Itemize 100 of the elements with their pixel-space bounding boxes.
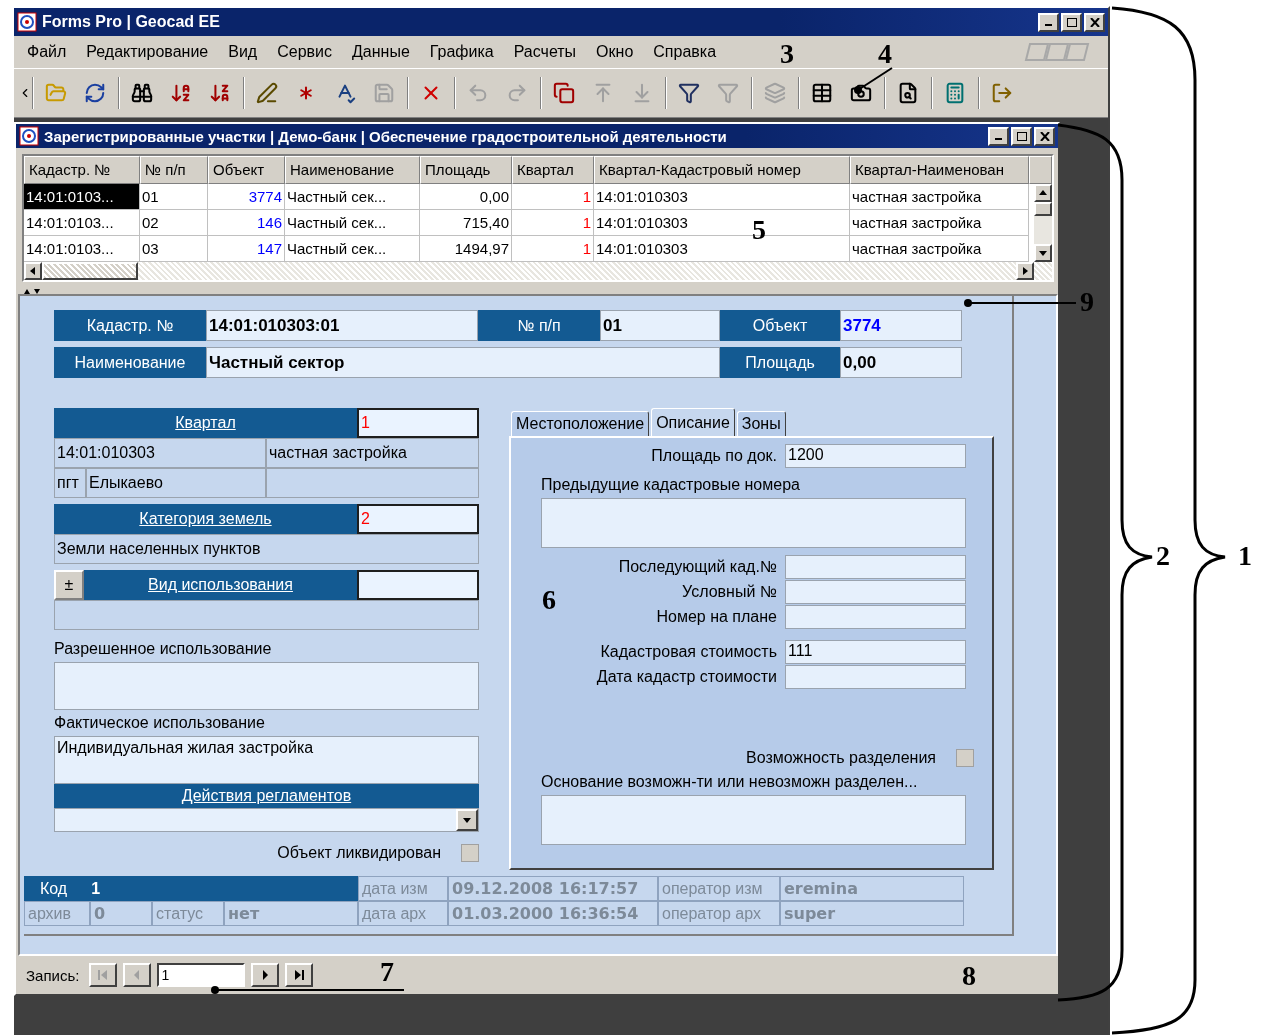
field-label: Дата кадастр стоимости [596, 667, 777, 686]
maximize-button[interactable] [1061, 12, 1082, 32]
code-field[interactable] [357, 570, 479, 600]
scroll-down-button[interactable] [1034, 244, 1052, 262]
table-cell[interactable]: 1 [580, 236, 593, 261]
table-cell[interactable]: Частный сек... [285, 236, 389, 261]
menu-item[interactable]: Файл [18, 41, 76, 63]
save-icon [373, 82, 395, 104]
info-label: архив [24, 901, 90, 926]
input-field[interactable] [785, 604, 966, 629]
table-cell[interactable]: 14:01:0103... [24, 210, 139, 235]
menu-item[interactable]: Данные [343, 41, 419, 63]
table-cell[interactable]: 14:01:010303 [594, 210, 690, 235]
table-cell[interactable]: 146 [254, 210, 284, 235]
nav-button[interactable] [251, 963, 280, 987]
callout-number: 6 [542, 584, 556, 616]
menu-item[interactable]: Редактирование [77, 41, 218, 63]
column-header[interactable]: Объект [208, 156, 285, 184]
text-area[interactable]: Индивидуальная жилая застройка [54, 736, 479, 784]
code-label: Код [40, 879, 68, 898]
code-field[interactable]: 2 [357, 504, 479, 534]
menu-item[interactable]: Расчеты [504, 41, 586, 63]
sort-descending-icon [209, 82, 231, 104]
table-cell[interactable]: 3774 [246, 184, 284, 209]
column-header[interactable]: Наименование [285, 156, 420, 184]
tab[interactable]: Зоны [736, 411, 786, 436]
table-cell[interactable]: 1494,97 [452, 236, 511, 261]
record-number-field[interactable]: 1 [157, 963, 246, 987]
callout-number: 8 [962, 960, 976, 992]
info-value: eremina [780, 876, 964, 901]
close-button[interactable] [1034, 126, 1055, 146]
scroll-thumb[interactable] [1034, 202, 1052, 216]
scroll-left-button[interactable] [24, 262, 42, 280]
table-cell[interactable]: частная застройка [850, 236, 984, 261]
table-cell[interactable]: 14:01:0103... [24, 236, 139, 261]
first-record-icon [97, 969, 110, 981]
menu-item[interactable]: Вид [219, 41, 267, 63]
column-header[interactable]: Площадь [420, 156, 512, 184]
table-cell[interactable]: 715,40 [461, 210, 511, 235]
up-arrow-icon [1039, 189, 1047, 197]
callout-number: 3 [780, 38, 794, 70]
copy-icon [553, 82, 575, 104]
dropdown-field[interactable] [54, 808, 479, 832]
expand-button[interactable]: ± [54, 570, 84, 600]
table-cell[interactable]: 147 [254, 236, 284, 261]
input-field[interactable] [785, 664, 966, 689]
table-cell[interactable]: 0,00 [477, 184, 511, 209]
minimize-button[interactable] [1038, 12, 1059, 32]
scroll-right-button[interactable] [1016, 262, 1034, 280]
column-header[interactable]: Квартал [512, 156, 594, 184]
maximize-button[interactable] [1011, 126, 1032, 146]
checkbox-label: Возможность разделения [746, 749, 936, 767]
table-cell[interactable]: 1 [580, 184, 593, 209]
minimize-button[interactable] [988, 126, 1009, 146]
close-icon [1039, 131, 1050, 141]
column-header[interactable]: № п/п [140, 156, 208, 184]
menu-item[interactable]: Сервис [268, 41, 341, 63]
layers-icon [764, 82, 786, 104]
table-cell[interactable]: 14:01:010303 [594, 184, 690, 209]
nav-button[interactable] [285, 963, 314, 987]
table-cell[interactable]: 1 [580, 210, 593, 235]
tab[interactable]: Описание [651, 408, 735, 436]
scroll-up-button[interactable] [1034, 184, 1052, 202]
table-cell[interactable]: частная застройка [850, 210, 984, 235]
column-header[interactable]: Квартал-Наименован [850, 156, 1029, 184]
link[interactable]: Действия регламентов [54, 784, 479, 808]
scroll-thumb[interactable] [42, 262, 138, 280]
link[interactable]: Вид использования [84, 570, 357, 600]
filter-icon [717, 82, 739, 104]
table-cell[interactable]: 01 [140, 184, 161, 209]
field-value: 3774 [840, 310, 962, 341]
input-field[interactable]: 111 [785, 639, 966, 664]
input-field[interactable]: 1200 [785, 443, 966, 468]
menu-item[interactable]: Окно [587, 41, 643, 63]
input-field[interactable] [785, 554, 966, 579]
column-header[interactable]: Кадастр. № [24, 156, 140, 184]
table-cell[interactable]: 03 [140, 236, 161, 261]
table-cell[interactable]: 14:01:0103... [24, 184, 139, 209]
checkbox-label: Объект ликвидирован [277, 844, 441, 862]
menu-item[interactable]: Справка [644, 41, 726, 63]
vertical-scrollbar[interactable] [1034, 184, 1052, 262]
table-cell[interactable]: 14:01:010303 [594, 236, 690, 261]
dropdown-button[interactable] [456, 809, 478, 831]
table-cell[interactable]: 02 [140, 210, 161, 235]
input-field[interactable] [785, 579, 966, 604]
table-cell[interactable]: Частный сек... [285, 210, 389, 235]
table-cell[interactable]: Частный сек... [285, 184, 389, 209]
folder-icon [45, 82, 67, 104]
field-value: Частный сектор [206, 347, 720, 378]
link[interactable]: Квартал [54, 408, 357, 438]
column-header[interactable]: Квартал-Кадастровый номер [594, 156, 850, 184]
code-field[interactable]: 1 [357, 408, 479, 438]
link[interactable]: Категория земель [54, 504, 357, 534]
horizontal-scrollbar[interactable] [24, 262, 1052, 280]
checkbox[interactable] [956, 749, 974, 767]
table-cell[interactable]: частная застройка [850, 184, 984, 209]
close-button[interactable] [1084, 12, 1105, 32]
checkbox[interactable] [461, 844, 479, 862]
tab[interactable]: Местоположение [511, 411, 650, 436]
menu-item[interactable]: Графика [420, 41, 503, 63]
